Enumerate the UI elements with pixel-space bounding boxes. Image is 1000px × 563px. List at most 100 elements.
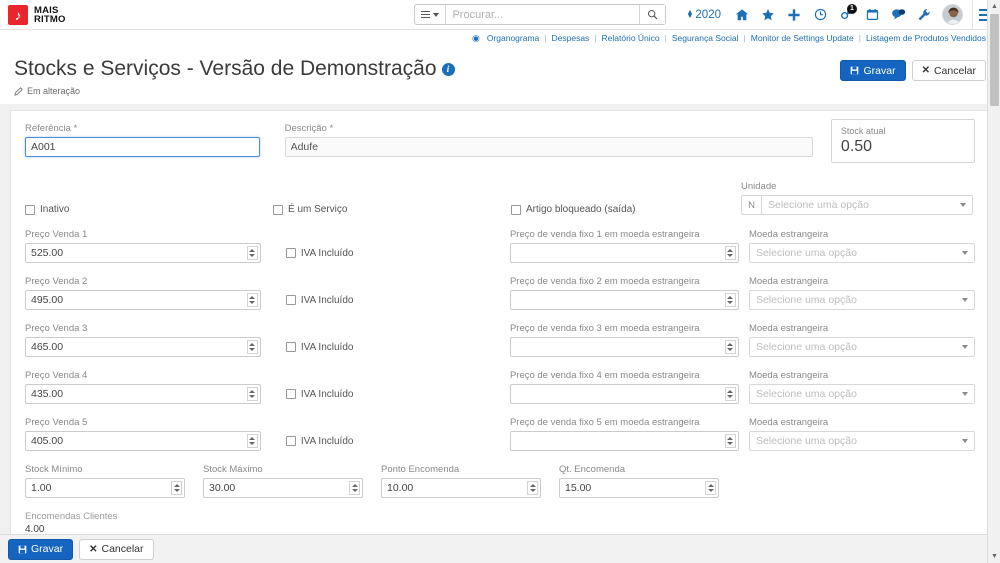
- iva-5-label: IVA Incluído: [300, 435, 354, 447]
- fx-preco-5-stepper[interactable]: [724, 434, 736, 448]
- fx-preco-3-stepper[interactable]: [724, 340, 736, 354]
- field-preco-venda-3: Preço Venda 3: [25, 323, 261, 357]
- preco-venda-2-label: Preço Venda 2: [25, 276, 88, 287]
- user-avatar[interactable]: [942, 4, 963, 25]
- preco-venda-3-input[interactable]: [25, 337, 261, 357]
- scroll-down-arrow-icon[interactable]: ▼: [988, 550, 1000, 563]
- separator: |: [743, 33, 746, 43]
- checkbox-box: [285, 436, 296, 446]
- qt-encomenda-input[interactable]: [559, 478, 719, 498]
- checkbox-e-um-servico[interactable]: É um Serviço: [273, 204, 511, 215]
- preco-venda-1-input[interactable]: [25, 243, 261, 263]
- sort-updown-icon: ▲ ▼: [686, 8, 694, 20]
- referencia-input[interactable]: [25, 137, 260, 157]
- checkbox-iva-incluido-3[interactable]: IVA Incluído: [285, 337, 510, 357]
- quicklink-listagem-produtos-vendidos[interactable]: Listagem de Produtos Vendidos: [866, 33, 986, 43]
- notification-badge: 1: [847, 3, 857, 14]
- fx-preco-2-stepper[interactable]: [724, 293, 736, 307]
- preco-venda-5-input[interactable]: [25, 431, 261, 451]
- plus-icon[interactable]: [781, 2, 807, 28]
- qt-encomenda-label: Qt. Encomenda: [559, 464, 626, 475]
- clock-icon[interactable]: [807, 2, 833, 28]
- unidade-select-group: N Selecione uma opção: [741, 195, 973, 215]
- checkbox-e-um-servico-label: É um Serviço: [288, 204, 348, 215]
- fx-preco-5-label: Preço de venda fixo 5 em moeda estrangei…: [509, 417, 700, 428]
- quicklink-monitor-settings-update[interactable]: Monitor de Settings Update: [751, 33, 854, 43]
- search-scope-dropdown[interactable]: [415, 5, 447, 24]
- calendar-icon[interactable]: [859, 2, 885, 28]
- moeda-2-select[interactable]: Selecione uma opção: [748, 290, 975, 310]
- footer-save-button[interactable]: Gravar: [8, 538, 74, 560]
- info-icon[interactable]: i: [441, 62, 455, 76]
- field-descricao: Descrição *: [284, 123, 813, 157]
- fx-preco-5-input[interactable]: [509, 431, 739, 451]
- home-icon[interactable]: [729, 2, 755, 28]
- stock-maximo-stepper[interactable]: [349, 481, 360, 495]
- moeda-3-select[interactable]: Selecione uma opção: [748, 337, 975, 357]
- search-input[interactable]: [446, 5, 640, 24]
- checkbox-iva-incluido-1[interactable]: IVA Incluído: [285, 243, 510, 263]
- stock-maximo-input[interactable]: [203, 478, 363, 498]
- quicklink-organograma[interactable]: Organograma: [487, 33, 539, 43]
- ponto-encomenda-stepper[interactable]: [527, 481, 538, 495]
- quicklink-seguranca-social[interactable]: Segurança Social: [672, 33, 739, 43]
- fx-preco-4-stepper[interactable]: [724, 387, 736, 401]
- checkbox-inativo[interactable]: Inativo: [25, 204, 273, 215]
- brand-logo[interactable]: ♪ MAIS RITMO: [8, 4, 66, 25]
- fiscal-year-selector[interactable]: ▲ ▼ 2020: [678, 9, 729, 21]
- fx-preco-4-input[interactable]: [509, 384, 739, 404]
- wrench-icon[interactable]: [911, 2, 937, 28]
- field-preco-venda-4: Preço Venda 4: [25, 370, 261, 404]
- quicklink-relatorio-unico[interactable]: Relatório Único: [602, 33, 660, 43]
- settings-gear-icon[interactable]: 1: [833, 2, 859, 28]
- footer-cancel-button[interactable]: ✕ Cancelar: [79, 538, 154, 560]
- descricao-input[interactable]: [284, 137, 813, 157]
- preco-venda-4-stepper[interactable]: [246, 387, 258, 401]
- moeda-3-placeholder: Selecione uma opção: [755, 341, 857, 353]
- checkbox-iva-incluido-4[interactable]: IVA Incluído: [285, 384, 510, 404]
- search-submit-button[interactable]: [639, 5, 666, 24]
- moeda-1-placeholder: Selecione uma opção: [755, 247, 857, 259]
- preco-venda-2-stepper[interactable]: [246, 293, 258, 307]
- fx-preco-2-input[interactable]: [509, 290, 739, 310]
- unidade-label: Unidade: [741, 181, 777, 192]
- chevron-down-icon: [433, 12, 440, 17]
- moeda-5-select[interactable]: Selecione uma opção: [748, 431, 975, 451]
- fx-preco-1-input[interactable]: [509, 243, 739, 263]
- preco-venda-1-stepper[interactable]: [246, 246, 258, 260]
- preco-venda-3-stepper[interactable]: [246, 340, 258, 354]
- fx-preco-3-input[interactable]: [509, 337, 739, 357]
- checkbox-iva-incluido-2[interactable]: IVA Incluído: [285, 290, 510, 310]
- preco-venda-4-input[interactable]: [25, 384, 261, 404]
- scroll-up-arrow-icon[interactable]: ▲: [988, 0, 1000, 13]
- checkbox-iva-incluido-5[interactable]: IVA Incluído: [285, 431, 510, 451]
- field-qt-encomenda: Qt. Encomenda: [559, 464, 719, 498]
- flags-row: Inativo É um Serviço Artigo bloqueado (s…: [25, 181, 975, 215]
- page-title-text: Stocks e Serviços - Versão de Demonstraç…: [14, 57, 437, 80]
- browser-scrollbar[interactable]: ▲ ▼: [987, 0, 1000, 563]
- preco-venda-5-stepper[interactable]: [246, 434, 258, 448]
- scrollbar-thumb[interactable]: [990, 14, 999, 106]
- page-status: Em alteração: [14, 86, 455, 96]
- unidade-prefix: N: [741, 195, 761, 215]
- fx-preco-1-stepper[interactable]: [724, 246, 736, 260]
- moeda-1-select[interactable]: Selecione uma opção: [748, 243, 975, 263]
- preco-venda-2-input[interactable]: [25, 290, 261, 310]
- stock-minimo-stepper[interactable]: [171, 481, 182, 495]
- star-icon[interactable]: [755, 2, 781, 28]
- ponto-encomenda-input[interactable]: [381, 478, 541, 498]
- moeda-2-placeholder: Selecione uma opção: [755, 294, 857, 306]
- quicklink-despesas[interactable]: Despesas: [552, 33, 590, 43]
- iva-4-label: IVA Incluído: [300, 388, 354, 400]
- stock-minimo-input[interactable]: [25, 478, 185, 498]
- unidade-select[interactable]: Selecione uma opção: [761, 195, 973, 215]
- price-row-1: Preço Venda 1 IVA Incluído Preço de vend…: [25, 229, 975, 263]
- chat-icon[interactable]: [885, 2, 911, 28]
- cancel-button[interactable]: ✕ Cancelar: [911, 60, 986, 81]
- chevron-down-icon: [962, 298, 968, 302]
- checkbox-artigo-bloqueado[interactable]: Artigo bloqueado (saída): [511, 204, 741, 215]
- qt-encomenda-stepper[interactable]: [705, 481, 716, 495]
- moeda-4-select[interactable]: Selecione uma opção: [748, 384, 975, 404]
- save-button-label: Gravar: [863, 64, 896, 77]
- save-button[interactable]: Gravar: [840, 60, 906, 81]
